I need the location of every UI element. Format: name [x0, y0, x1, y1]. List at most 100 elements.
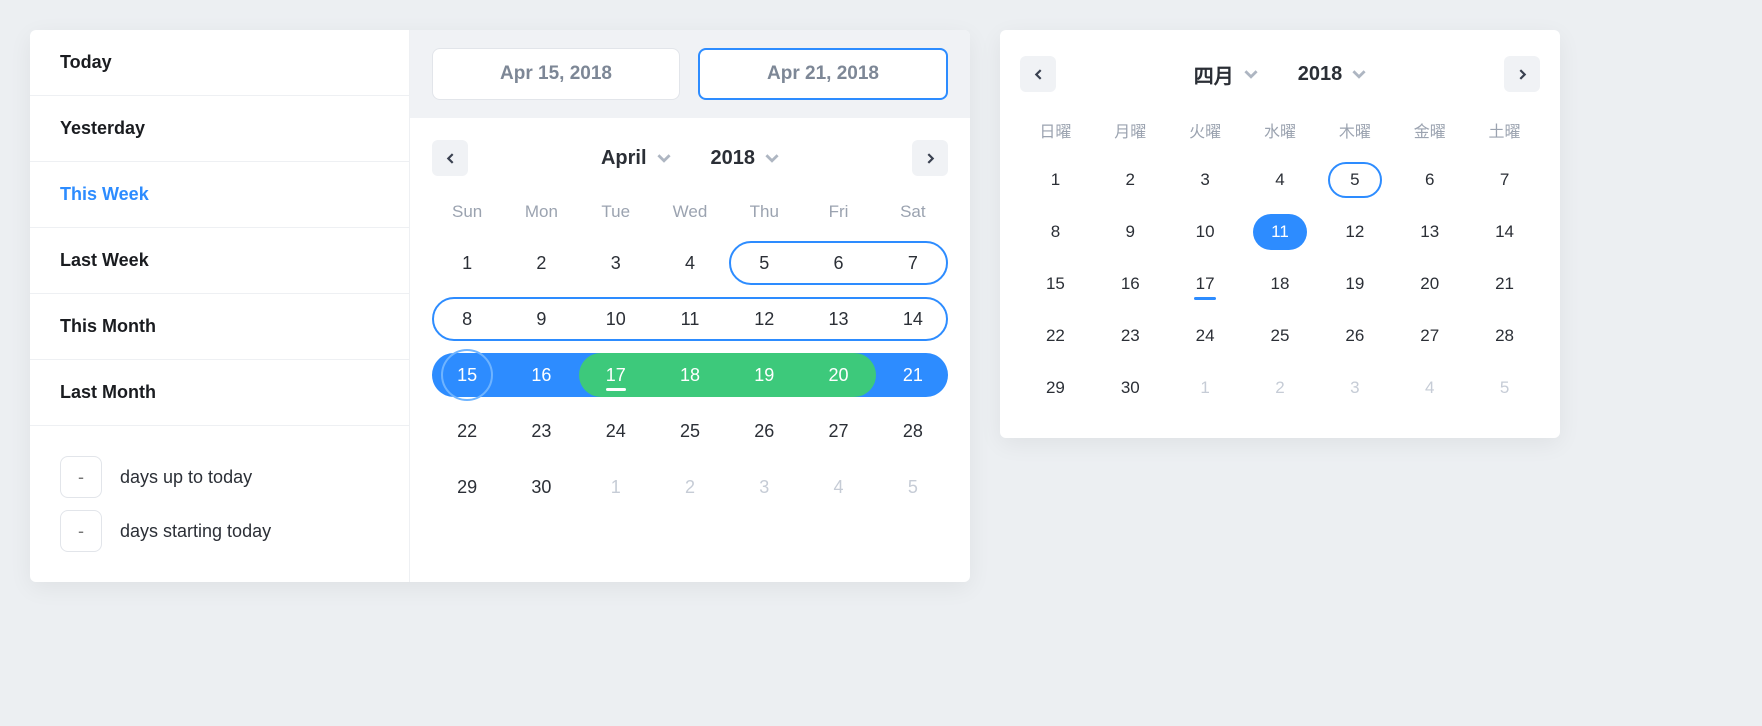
- preset-this-month[interactable]: This Month: [30, 294, 409, 360]
- calendar-day[interactable]: 1: [579, 465, 653, 509]
- preset-this-week[interactable]: This Week: [30, 162, 409, 228]
- calendar-day[interactable]: 10: [579, 297, 653, 341]
- next-month-button[interactable]: [912, 140, 948, 176]
- calendar-day[interactable]: 15: [430, 353, 504, 397]
- calendar-day[interactable]: 27: [1392, 316, 1467, 356]
- calendar-day[interactable]: 16: [1093, 264, 1168, 304]
- calendar-day[interactable]: 4: [801, 465, 875, 509]
- calendar-day[interactable]: 1: [1168, 368, 1243, 408]
- calendar-day[interactable]: 11: [653, 297, 727, 341]
- calendar-day[interactable]: 6: [801, 241, 875, 285]
- preset-yesterday[interactable]: Yesterday: [30, 96, 409, 162]
- calendar-day[interactable]: 22: [430, 409, 504, 453]
- calendar-day[interactable]: 27: [801, 409, 875, 453]
- calendar-day[interactable]: 26: [727, 409, 801, 453]
- weekday-label: 金曜: [1392, 112, 1467, 152]
- calendar-day[interactable]: 30: [504, 465, 578, 509]
- calendar-day[interactable]: 6: [1392, 160, 1467, 200]
- calendar-day[interactable]: 23: [504, 409, 578, 453]
- prev-month-button[interactable]: [1020, 56, 1056, 92]
- prev-month-button[interactable]: [432, 140, 468, 176]
- calendar-day[interactable]: 22: [1018, 316, 1093, 356]
- calendar-day[interactable]: 20: [801, 353, 875, 397]
- calendar-day[interactable]: 19: [727, 353, 801, 397]
- calendar-day[interactable]: 17: [579, 353, 653, 397]
- chevron-left-icon: [445, 153, 456, 164]
- chevron-down-icon: [1244, 67, 1258, 81]
- start-date-field[interactable]: Apr 15, 2018: [432, 48, 680, 100]
- year-label: 2018: [1298, 63, 1343, 86]
- days-starting-today-input[interactable]: [60, 510, 102, 552]
- calendar-day[interactable]: 30: [1093, 368, 1168, 408]
- calendar-day[interactable]: 25: [653, 409, 727, 453]
- calendar-day[interactable]: 1: [430, 241, 504, 285]
- calendar-day[interactable]: 8: [1018, 212, 1093, 252]
- calendar-day[interactable]: 13: [1392, 212, 1467, 252]
- calendar-day[interactable]: 2: [653, 465, 727, 509]
- calendar-day[interactable]: 4: [1243, 160, 1318, 200]
- calendar-day[interactable]: 18: [1243, 264, 1318, 304]
- calendar-day[interactable]: 3: [1317, 368, 1392, 408]
- calendar-day[interactable]: 9: [504, 297, 578, 341]
- calendar-day[interactable]: 15: [1018, 264, 1093, 304]
- calendar-day[interactable]: 29: [1018, 368, 1093, 408]
- preset-today[interactable]: Today: [30, 30, 409, 96]
- calendar-day[interactable]: 23: [1093, 316, 1168, 356]
- calendar-day[interactable]: 10: [1168, 212, 1243, 252]
- calendar-day[interactable]: 1: [1018, 160, 1093, 200]
- calendar-day[interactable]: 12: [1317, 212, 1392, 252]
- calendar-day[interactable]: 25: [1243, 316, 1318, 356]
- calendar-day[interactable]: 4: [1392, 368, 1467, 408]
- calendar-day[interactable]: 21: [1467, 264, 1542, 304]
- preset-last-week[interactable]: Last Week: [30, 228, 409, 294]
- calendar-day[interactable]: 16: [504, 353, 578, 397]
- calendar-day[interactable]: 7: [1467, 160, 1542, 200]
- end-date-field[interactable]: Apr 21, 2018: [698, 48, 948, 100]
- range-fields: Apr 15, 2018 Apr 21, 2018: [410, 30, 970, 118]
- calendar-day[interactable]: 2: [504, 241, 578, 285]
- year-select[interactable]: 2018: [1298, 60, 1367, 89]
- next-month-button[interactable]: [1504, 56, 1540, 92]
- calendar-day[interactable]: 14: [1467, 212, 1542, 252]
- calendar-day[interactable]: 13: [801, 297, 875, 341]
- month-label: April: [601, 147, 647, 170]
- calendar-day[interactable]: 3: [1168, 160, 1243, 200]
- days-up-to-today-input[interactable]: [60, 456, 102, 498]
- calendar-day[interactable]: 24: [1168, 316, 1243, 356]
- calendar-day[interactable]: 20: [1392, 264, 1467, 304]
- calendar-day[interactable]: 14: [876, 297, 950, 341]
- calendar-day[interactable]: 7: [876, 241, 950, 285]
- calendar-day[interactable]: 2: [1243, 368, 1318, 408]
- calendar-day[interactable]: 28: [876, 409, 950, 453]
- month-select[interactable]: 四月: [1194, 60, 1258, 89]
- preset-last-month[interactable]: Last Month: [30, 360, 409, 426]
- month-select[interactable]: April: [601, 147, 671, 170]
- calendar-grid: 1 2 3 4 5 6 7 8 9 10 11 12 13 14: [430, 238, 950, 512]
- calendar-day[interactable]: 24: [579, 409, 653, 453]
- calendar-day[interactable]: 28: [1467, 316, 1542, 356]
- calendar-day[interactable]: 19: [1317, 264, 1392, 304]
- calendar-day[interactable]: 3: [579, 241, 653, 285]
- calendar-day[interactable]: 18: [653, 353, 727, 397]
- weekday-label: 木曜: [1317, 112, 1392, 152]
- calendar-day[interactable]: 5: [727, 241, 801, 285]
- calendar-day[interactable]: 2: [1093, 160, 1168, 200]
- calendar-day[interactable]: 11: [1243, 212, 1318, 252]
- calendar-day[interactable]: 17: [1168, 264, 1243, 304]
- calendar-day[interactable]: 5: [1317, 160, 1392, 200]
- calendar-day[interactable]: 26: [1317, 316, 1392, 356]
- chevron-down-icon: [657, 151, 671, 165]
- year-select[interactable]: 2018: [711, 147, 780, 170]
- weekday-label: 土曜: [1467, 112, 1542, 152]
- calendar-week: 8 9 10 11 12 13 14: [1018, 208, 1542, 256]
- calendar-day[interactable]: 5: [1467, 368, 1542, 408]
- calendar-day[interactable]: 3: [727, 465, 801, 509]
- calendar-day[interactable]: 21: [876, 353, 950, 397]
- calendar-day[interactable]: 5: [876, 465, 950, 509]
- calendar-day[interactable]: 12: [727, 297, 801, 341]
- calendar-day[interactable]: 29: [430, 465, 504, 509]
- month-label: 四月: [1194, 60, 1234, 89]
- calendar-day[interactable]: 9: [1093, 212, 1168, 252]
- calendar-day[interactable]: 4: [653, 241, 727, 285]
- calendar-day[interactable]: 8: [430, 297, 504, 341]
